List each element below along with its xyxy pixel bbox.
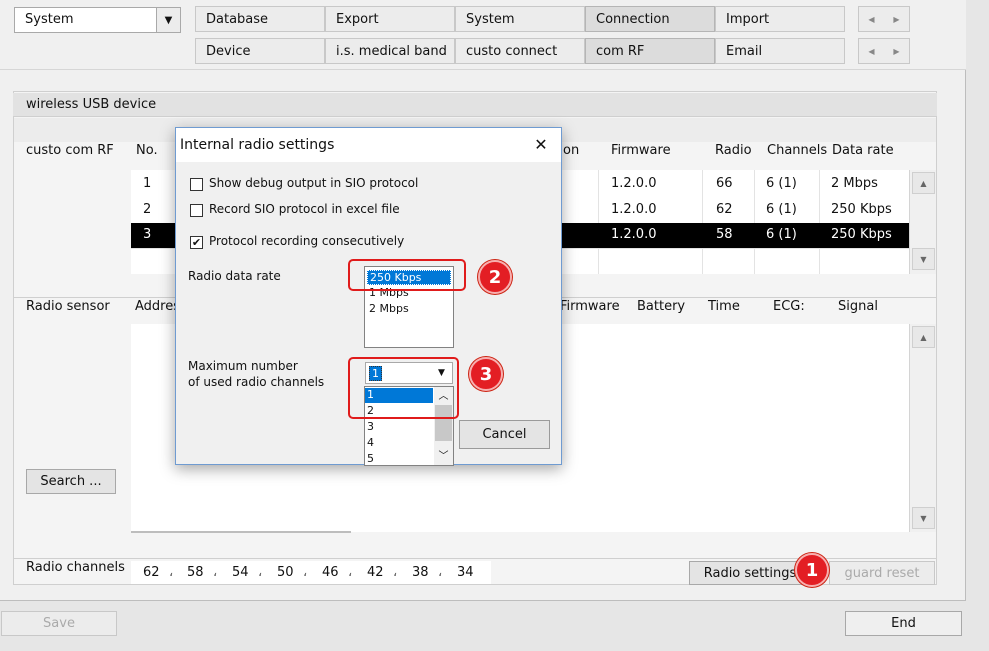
max-channels-label-line2: of used radio channels	[188, 375, 325, 389]
col-battery: Battery	[637, 299, 686, 314]
col-firmware: Firmware	[611, 143, 671, 158]
data-rate-label: Radio data rate	[188, 269, 281, 283]
row-channels: 6 (1)	[766, 176, 797, 191]
channel-value: 34	[457, 565, 474, 580]
record-excel-label: Record SIO protocol in excel file	[209, 202, 400, 216]
row-no: 2	[143, 202, 152, 217]
chevron-down-icon[interactable]: ﹀	[434, 447, 453, 463]
tab-email[interactable]: Email	[715, 38, 845, 64]
save-button[interactable]: Save	[1, 611, 117, 636]
radio-channels-field[interactable]: 62 ، 58 ، 54 ، 50 ، 46 ، 42 ، 38 ، 34	[131, 561, 491, 584]
record-excel-checkbox[interactable]	[190, 204, 203, 217]
scroll-down-icon[interactable]: ▼	[912, 248, 935, 270]
col-data-rate: Data rate	[832, 143, 894, 158]
row-firmware: 1.2.0.0	[611, 227, 657, 242]
channel-value: 58	[187, 565, 204, 580]
col-radio: Radio	[715, 143, 752, 158]
radio-channels-label: Radio channels	[26, 560, 125, 575]
col-address: Addres	[135, 299, 180, 314]
end-button[interactable]: End	[845, 611, 962, 636]
category-combo[interactable]: System ▼	[14, 7, 181, 33]
close-icon[interactable]: ✕	[528, 134, 554, 156]
sensor-list-scrollbar[interactable]: ▲ ▼	[909, 324, 936, 532]
data-rate-option[interactable]: 2 Mbps	[367, 302, 409, 315]
col-no: No.	[136, 143, 158, 158]
scroll-up-icon[interactable]: ▲	[912, 326, 935, 348]
category-combo-value: System	[25, 12, 74, 27]
device-list-scrollbar[interactable]: ▲ ▼	[909, 170, 936, 274]
row-firmware: 1.2.0.0	[611, 202, 657, 217]
radio-settings-button[interactable]: Radio settings	[689, 561, 811, 585]
chevron-down-icon[interactable]: ▼	[156, 8, 180, 32]
chevron-right-icon[interactable]: ▶	[884, 39, 909, 63]
col-sensor-firmware: Firmware	[560, 299, 620, 314]
row-channels: 6 (1)	[766, 227, 797, 242]
scroll-down-icon[interactable]: ▼	[912, 507, 935, 529]
col-time: Time	[708, 299, 740, 314]
dialog-title: Internal radio settings	[180, 137, 335, 153]
dialog-title-bar: Internal radio settings	[176, 128, 561, 162]
channel-option[interactable]: 5	[365, 452, 374, 465]
channel-value: 62	[143, 565, 160, 580]
channel-value: 50	[277, 565, 294, 580]
row-radio: 66	[716, 176, 733, 191]
channel-value: 42	[367, 565, 384, 580]
row-firmware: 1.2.0.0	[611, 176, 657, 191]
tab-custo-connect[interactable]: custo connect	[455, 38, 585, 64]
callout-data-rate	[348, 259, 466, 291]
col-ecg: ECG:	[773, 299, 805, 314]
tab-database[interactable]: Database	[195, 6, 325, 32]
row-rate: 250 Kbps	[831, 202, 892, 217]
col-signal: Signal	[838, 299, 878, 314]
scroll-up-icon[interactable]: ▲	[912, 172, 935, 194]
debug-output-label: Show debug output in SIO protocol	[209, 176, 419, 190]
consecutive-checkbox[interactable]: ✔	[190, 236, 203, 249]
channel-option[interactable]: 3	[365, 420, 374, 433]
tab-medical-band[interactable]: i.s. medical band	[325, 38, 455, 64]
tab-com-rf[interactable]: com RF	[585, 38, 715, 64]
device-label: custo com RF	[26, 143, 114, 158]
chevron-left-icon[interactable]: ◀	[859, 7, 884, 31]
tab-system[interactable]: System	[455, 6, 585, 32]
tab-export[interactable]: Export	[325, 6, 455, 32]
row-radio: 62	[716, 202, 733, 217]
sensor-hscroll[interactable]	[131, 531, 351, 533]
row-radio: 58	[716, 227, 733, 242]
step-badge-2: 2	[478, 260, 512, 294]
search-button[interactable]: Search ...	[26, 469, 116, 494]
tab-scroll-row1[interactable]: ◀ ▶	[858, 6, 910, 32]
channel-value: 38	[412, 565, 429, 580]
row-channels: 6 (1)	[766, 202, 797, 217]
debug-output-checkbox[interactable]	[190, 178, 203, 191]
row-rate: 2 Mbps	[831, 176, 878, 191]
col-connection-partial: on	[563, 143, 580, 158]
cancel-button[interactable]: Cancel	[459, 420, 550, 449]
sensor-label: Radio sensor	[26, 299, 110, 314]
row-rate: 250 Kbps	[831, 227, 892, 242]
channel-value: 46	[322, 565, 339, 580]
max-channels-label-line1: Maximum number	[188, 359, 298, 373]
step-badge-3: 3	[469, 357, 503, 391]
callout-channels	[348, 357, 459, 419]
step-badge-1: 1	[795, 553, 829, 587]
tab-import[interactable]: Import	[715, 6, 845, 32]
tab-scroll-row2[interactable]: ◀ ▶	[858, 38, 910, 64]
section-title: wireless USB device	[13, 93, 937, 117]
channel-value: 54	[232, 565, 249, 580]
consecutive-label: Protocol recording consecutively	[209, 234, 405, 248]
chevron-right-icon[interactable]: ▶	[884, 7, 909, 31]
row-no: 3	[143, 227, 152, 242]
channel-option[interactable]: 4	[365, 436, 374, 449]
col-channels: Channels	[767, 143, 828, 158]
tab-connection[interactable]: Connection	[585, 6, 715, 32]
chevron-left-icon[interactable]: ◀	[859, 39, 884, 63]
guard-reset-button[interactable]: guard reset	[829, 561, 935, 585]
tab-device[interactable]: Device	[195, 38, 325, 64]
row-no: 1	[143, 176, 152, 191]
